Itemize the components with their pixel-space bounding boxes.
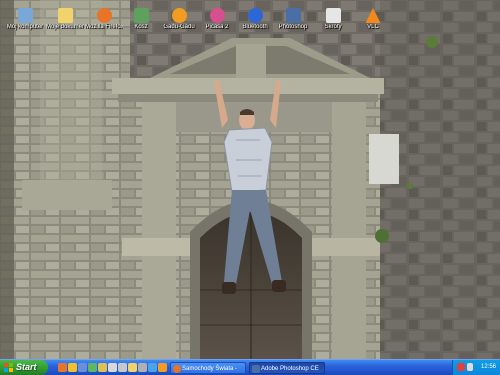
my-computer-icon (17, 8, 33, 23)
firefox-quicklaunch-icon[interactable] (58, 363, 67, 372)
desktop-icon-label: Moje dokumenty (46, 24, 84, 30)
desktop-icon-label: Skróty (324, 24, 342, 30)
desktop-icon-label: Picasa 2 (205, 24, 229, 30)
desktop-icon-label: Gadu-Gadu (163, 24, 195, 30)
taskbar: Start Samochody Świata - Adobe Photoshop… (0, 359, 500, 375)
desktop-icon-my-documents[interactable]: Moje dokumenty (46, 8, 84, 31)
language-flag-icon[interactable] (457, 363, 465, 371)
taskbar-button-firefox[interactable]: Samochody Świata - (170, 362, 246, 374)
volume-icon[interactable] (467, 363, 473, 371)
desktop-icon-label: Mój komputer (6, 24, 44, 30)
task-label: Samochody Świata - (182, 366, 238, 372)
desktop-icon-label: Bluetooth (242, 24, 268, 30)
outlook-quicklaunch-icon[interactable] (108, 363, 117, 372)
skype-quicklaunch-icon[interactable] (148, 363, 157, 372)
start-label: Start (16, 362, 37, 372)
desktop-icon-photoshop[interactable]: Photoshop (274, 8, 312, 31)
system-tray: 12:56 (452, 360, 500, 375)
start-button[interactable]: Start (0, 360, 48, 375)
desktop-icon-my-computer[interactable]: Mój komputer (6, 8, 44, 31)
show-desktop-quicklaunch-icon[interactable] (78, 363, 87, 372)
vlc-icon (365, 8, 381, 23)
recycle-bin-icon (133, 8, 149, 23)
photoshop-icon (285, 8, 301, 23)
desktop-icon-gadu-gadu[interactable]: Gadu-Gadu (160, 8, 198, 31)
desktop-icon-label: Photoshop (278, 24, 308, 30)
desktop-icon-firefox[interactable]: Mozilla Firefox (85, 8, 123, 31)
windows-logo-icon (4, 363, 13, 372)
wallpaper-photo (0, 0, 500, 359)
desktop-icon-vlc[interactable]: VLC (354, 8, 392, 31)
folder-quicklaunch-icon[interactable] (128, 363, 137, 372)
shortcut-icon (325, 8, 341, 23)
explorer-quicklaunch-icon[interactable] (98, 363, 107, 372)
taskbar-button-photoshop[interactable]: Adobe Photoshop CE (249, 362, 325, 374)
folder-icon (57, 8, 73, 23)
task-label: Adobe Photoshop CE (261, 366, 319, 372)
bluetooth-icon (247, 8, 263, 23)
firefox-task-icon (173, 365, 181, 373)
desktop-icon-shortcut[interactable]: Skróty (314, 8, 352, 31)
winamp-quicklaunch-icon[interactable] (138, 363, 147, 372)
desktop-icon-recycle-bin[interactable]: Kosz (122, 8, 160, 31)
notepad-quicklaunch-icon[interactable] (118, 363, 127, 372)
media-player-quicklaunch-icon[interactable] (68, 363, 77, 372)
clock[interactable]: 12:56 (481, 360, 496, 375)
photoshop-task-icon (252, 365, 260, 373)
gadu-gadu-icon (171, 8, 187, 23)
desktop-icon-label: VLC (367, 24, 379, 30)
gadu-quicklaunch-icon[interactable] (158, 363, 167, 372)
desktop-icon-picasa[interactable]: Picasa 2 (198, 8, 236, 31)
desktop-icon-label: Kosz (134, 24, 148, 30)
messenger-quicklaunch-icon[interactable] (88, 363, 97, 372)
picasa-icon (209, 8, 225, 23)
firefox-icon (96, 8, 112, 23)
desktop-icon-label: Mozilla Firefox (85, 24, 123, 30)
desktop-icon-bluetooth[interactable]: Bluetooth (236, 8, 274, 31)
desktop-wallpaper (0, 0, 500, 359)
